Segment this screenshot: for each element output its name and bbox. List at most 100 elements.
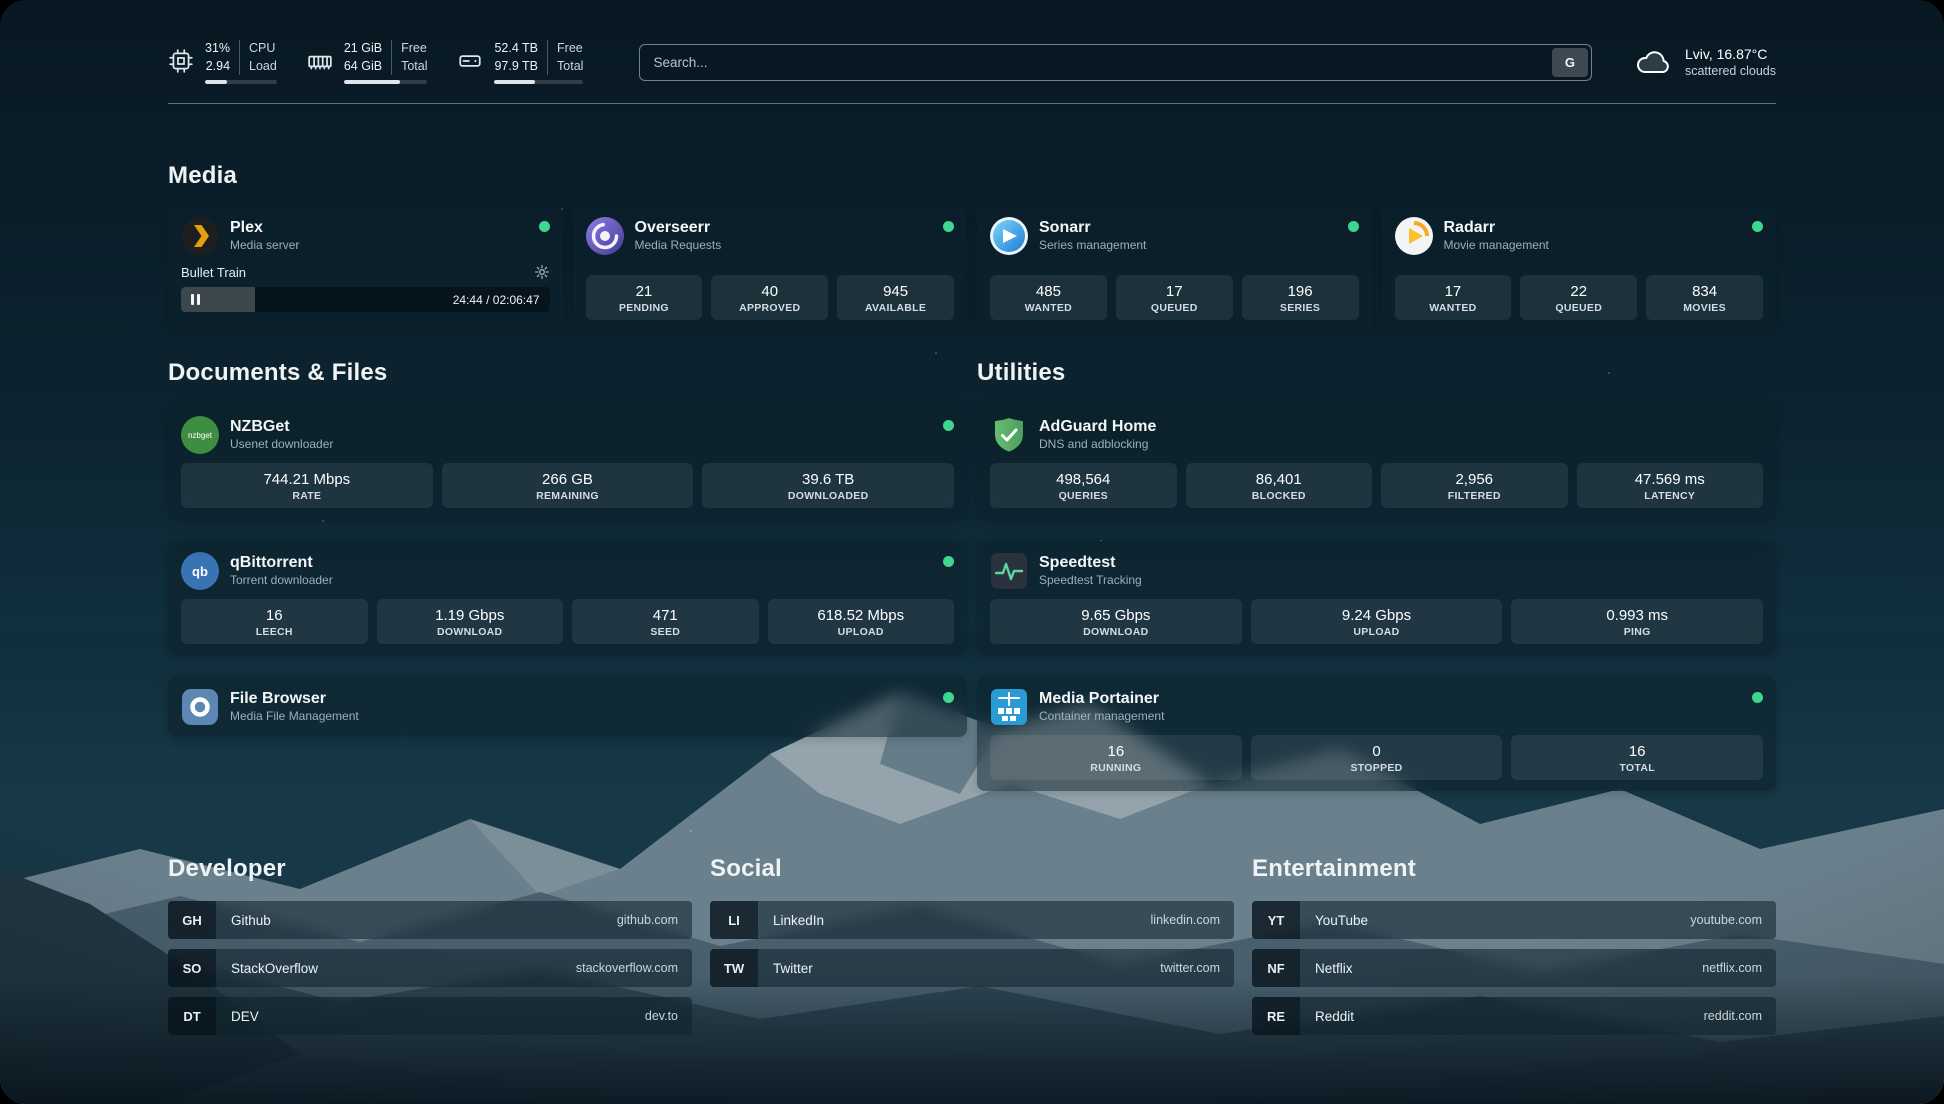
stat-download: 9.65 Gbps DOWNLOAD (990, 599, 1242, 645)
stat-approved: 40 APPROVED (711, 275, 828, 321)
ram-usage-bar (344, 80, 428, 84)
sonarr-subtitle: Series management (1039, 238, 1146, 254)
disk-widget: 52.4 TB 97.9 TB Free Total (457, 40, 583, 84)
qbittorrent-subtitle: Torrent downloader (230, 573, 333, 589)
section-media: Media Plex Media server (168, 162, 1776, 331)
stat-stopped: 0 STOPPED (1251, 735, 1503, 781)
stat-queued: 22 QUEUED (1520, 275, 1637, 321)
cpu-load-value: 2.94 (206, 58, 230, 76)
stat-blocked: 86,401 BLOCKED (1186, 463, 1373, 509)
plex-progress-bar[interactable]: 24:44 / 02:06:47 (181, 287, 550, 312)
stat-available: 945 AVAILABLE (837, 275, 954, 321)
service-card-qbittorrent[interactable]: qb qBittorrent Torrent downloader 16 LEE… (168, 541, 967, 655)
filebrowser-title: File Browser (230, 689, 359, 709)
media-heading: Media (168, 162, 1776, 190)
linkedin-badge: LI (710, 901, 758, 939)
stat-leech: 16 LEECH (181, 599, 368, 645)
plex-time: 24:44 / 02:06:47 (453, 293, 540, 307)
search-input[interactable] (639, 44, 1592, 81)
ram-icon (307, 48, 333, 74)
service-card-adguard[interactable]: AdGuard Home DNS and adblocking 498,564 … (977, 405, 1776, 519)
nzbget-title: NZBGet (230, 417, 333, 437)
section-utilities: Utilities AdGuard (977, 359, 1776, 813)
bookmark-reddit[interactable]: RE Reddit reddit.com (1252, 997, 1776, 1035)
bookmark-github[interactable]: GH Github github.com (168, 901, 692, 939)
radarr-icon (1395, 217, 1433, 255)
plex-status-dot (539, 221, 550, 232)
service-card-speedtest[interactable]: Speedtest Speedtest Tracking 9.65 Gbps D… (977, 541, 1776, 655)
speedtest-icon (990, 552, 1028, 590)
plex-icon (181, 217, 219, 255)
stat-seed: 471 SEED (572, 599, 759, 645)
stat-upload: 618.52 Mbps UPLOAD (768, 599, 955, 645)
service-card-portainer[interactable]: Media Portainer Container management 16 … (977, 677, 1776, 791)
stat-upload: 9.24 Gbps UPLOAD (1251, 599, 1503, 645)
service-card-radarr[interactable]: Radarr Movie management 17 WANTED 22 QUE… (1382, 206, 1777, 331)
youtube-badge: YT (1252, 901, 1300, 939)
qbittorrent-title: qBittorrent (230, 553, 333, 573)
bookmark-stackoverflow[interactable]: SO StackOverflow stackoverflow.com (168, 949, 692, 987)
search-provider-button[interactable]: G (1552, 48, 1588, 77)
section-developer: Developer GH Github github.com SO StackO… (168, 855, 692, 1045)
stat-total: 16 TOTAL (1511, 735, 1763, 781)
filebrowser-status-dot (943, 692, 954, 703)
entertainment-heading: Entertainment (1252, 855, 1776, 883)
settings-icon[interactable] (534, 264, 550, 280)
stat-latency: 47.569 ms LATENCY (1577, 463, 1764, 509)
svg-text:nzbget: nzbget (188, 431, 213, 440)
radarr-title: Radarr (1444, 218, 1549, 238)
stackoverflow-badge: SO (168, 949, 216, 987)
portainer-title: Media Portainer (1039, 689, 1164, 709)
service-card-plex[interactable]: Plex Media server Bullet Train (168, 206, 563, 331)
twitter-badge: TW (710, 949, 758, 987)
section-entertainment: Entertainment YT YouTube youtube.com NF … (1252, 855, 1776, 1045)
overseerr-title: Overseerr (635, 218, 722, 238)
speedtest-subtitle: Speedtest Tracking (1039, 573, 1142, 589)
portainer-status-dot (1752, 692, 1763, 703)
speedtest-title: Speedtest (1039, 553, 1142, 573)
stat-movies: 834 MOVIES (1646, 275, 1763, 321)
portainer-subtitle: Container management (1039, 709, 1164, 725)
sonarr-title: Sonarr (1039, 218, 1146, 238)
stat-queued: 17 QUEUED (1116, 275, 1233, 321)
nzbget-icon: nzbget (181, 416, 219, 454)
filebrowser-icon (181, 688, 219, 726)
social-heading: Social (710, 855, 1234, 883)
stat-pending: 21 PENDING (586, 275, 703, 321)
stat-series: 196 SERIES (1242, 275, 1359, 321)
plex-subtitle: Media server (230, 238, 299, 254)
stat-wanted: 17 WANTED (1395, 275, 1512, 321)
bookmark-dev[interactable]: DT DEV dev.to (168, 997, 692, 1035)
overseerr-subtitle: Media Requests (635, 238, 722, 254)
bookmark-twitter[interactable]: TW Twitter twitter.com (710, 949, 1234, 987)
sonarr-icon (990, 217, 1028, 255)
ram-widget: 21 GiB 64 GiB Free Total (307, 40, 428, 84)
bookmark-linkedin[interactable]: LI LinkedIn linkedin.com (710, 901, 1234, 939)
bookmark-youtube[interactable]: YT YouTube youtube.com (1252, 901, 1776, 939)
stat-rate: 744.21 Mbps RATE (181, 463, 433, 509)
disk-total-value: 97.9 TB (494, 58, 538, 76)
cpu-usage-value: 31% (205, 40, 230, 58)
overseerr-status-dot (943, 221, 954, 232)
service-card-nzbget[interactable]: nzbget NZBGet Usenet downloader 744.21 M… (168, 405, 967, 519)
service-card-overseerr[interactable]: Overseerr Media Requests 21 PENDING 40 A… (573, 206, 968, 331)
cpu-usage-bar (205, 80, 277, 84)
service-card-sonarr[interactable]: Sonarr Series management 485 WANTED 17 Q… (977, 206, 1372, 331)
disk-total-label: Total (557, 58, 583, 76)
weather-condition: scattered clouds (1685, 64, 1776, 78)
documents-heading: Documents & Files (168, 359, 967, 387)
nzbget-status-dot (943, 420, 954, 431)
utilities-heading: Utilities (977, 359, 1776, 387)
cpu-load-label: Load (249, 58, 277, 76)
disk-free-value: 52.4 TB (494, 40, 538, 58)
ram-total-label: Total (401, 58, 427, 76)
adguard-icon (990, 416, 1028, 454)
overseerr-icon (586, 217, 624, 255)
radarr-subtitle: Movie management (1444, 238, 1549, 254)
portainer-icon (990, 688, 1028, 726)
bookmark-netflix[interactable]: NF Netflix netflix.com (1252, 949, 1776, 987)
stat-wanted: 485 WANTED (990, 275, 1107, 321)
pause-icon[interactable] (191, 294, 200, 305)
service-card-filebrowser[interactable]: File Browser Media File Management (168, 677, 967, 737)
top-bar: 31% 2.94 CPU Load (168, 36, 1776, 88)
